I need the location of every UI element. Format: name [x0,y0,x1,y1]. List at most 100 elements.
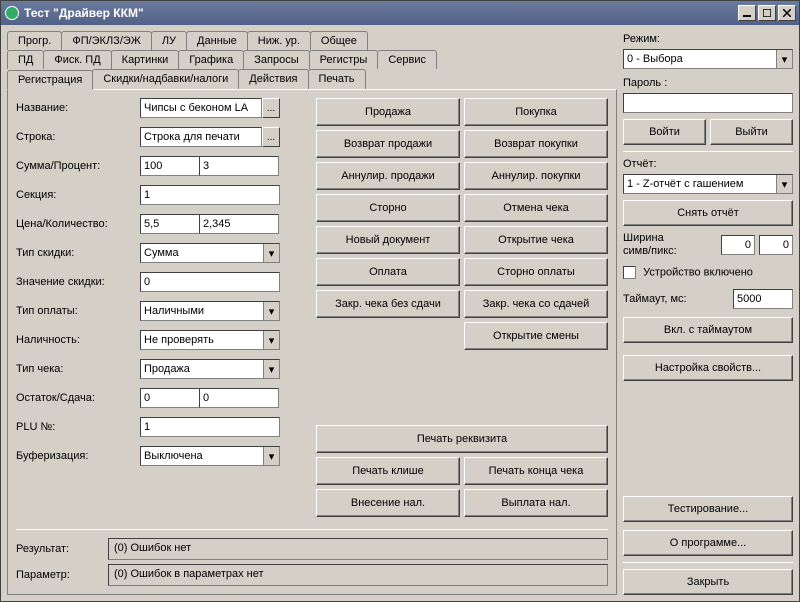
snap-report-button[interactable]: Снять отчёт [623,200,793,226]
timeout-input[interactable] [733,289,793,309]
check-type-select[interactable]: Продажа▾ [140,359,280,379]
qty-input[interactable] [199,214,279,234]
tab-pics[interactable]: Картинки [111,50,180,69]
open-shift-button[interactable]: Открытие смены [464,322,608,350]
storno-button[interactable]: Сторно [316,194,460,222]
report-label: Отчёт: [623,158,793,170]
discount-type-label: Тип скидки: [16,247,140,259]
tab-registers[interactable]: Регистры [309,50,379,69]
tab-row-1: Прогр. ФП/ЭКЛЗ/ЭЖ ЛУ Данные Ниж. ур. Общ… [7,31,617,50]
width-pix-input[interactable] [759,235,793,255]
tab-registration[interactable]: Регистрация [7,70,93,90]
plu-label: PLU №: [16,421,140,433]
about-button[interactable]: О программе... [623,530,793,556]
check-type-label: Тип чека: [16,363,140,375]
cash-in-button[interactable]: Внесение нал. [316,489,460,517]
mode-label: Режим: [623,33,793,45]
tab-progr[interactable]: Прогр. [7,31,62,50]
testing-button[interactable]: Тестирование... [623,496,793,522]
report-select[interactable]: 1 - Z-отчёт с гашением▾ [623,174,793,194]
discount-type-select[interactable]: Сумма▾ [140,243,280,263]
tab-queries[interactable]: Запросы [243,50,309,69]
sum-label: Сумма/Процент: [16,160,140,172]
tab-row-2: ПД Фиск. ПД Картинки Графика Запросы Рег… [7,50,617,69]
mode-select[interactable]: 0 - Выбора▾ [623,49,793,69]
price-label: Цена/Количество: [16,218,140,230]
titlebar: Тест "Драйвер ККМ" [1,1,799,25]
chevron-down-icon: ▾ [263,331,279,349]
result-value: (0) Ошибок нет [108,538,608,560]
chevron-down-icon: ▾ [263,447,279,465]
discount-value-label: Значение скидки: [16,276,140,288]
sale-cancel-button[interactable]: Аннулир. продажи [316,162,460,190]
tab-row-3: Регистрация Скидки/надбавки/налоги Дейст… [7,69,617,89]
tab-graph[interactable]: Графика [178,50,244,69]
print-check-end-button[interactable]: Печать конца чека [464,457,608,485]
purchase-button[interactable]: Покупка [464,98,608,126]
tab-pd[interactable]: ПД [7,50,44,69]
open-check-button[interactable]: Открытие чека [464,226,608,254]
tab-discounts[interactable]: Скидки/надбавки/налоги [92,69,239,89]
close-check-nochange-button[interactable]: Закр. чека без сдачи [316,290,460,318]
password-label: Пароль : [623,77,793,89]
device-on-checkbox[interactable] [623,266,636,279]
rest-input[interactable] [140,388,200,408]
buffering-label: Буферизация: [16,450,140,462]
sum-input[interactable] [140,156,200,176]
chevron-down-icon: ▾ [263,360,279,378]
buffering-select[interactable]: Выключена▾ [140,446,280,466]
line-input[interactable] [140,127,262,147]
width-chars-input[interactable] [721,235,755,255]
name-input[interactable] [140,98,262,118]
cash-select[interactable]: Не проверять▾ [140,330,280,350]
tab-print[interactable]: Печать [308,69,366,89]
name-browse-button[interactable]: ... [262,98,280,118]
tab-service[interactable]: Сервис [377,50,437,69]
tab-fisk-pd[interactable]: Фиск. ПД [43,50,111,69]
purchase-cancel-button[interactable]: Аннулир. покупки [464,162,608,190]
purchase-return-button[interactable]: Возврат покупки [464,130,608,158]
cash-out-button[interactable]: Выплата нал. [464,489,608,517]
change-input[interactable] [199,388,279,408]
on-with-timeout-button[interactable]: Вкл. с таймаутом [623,317,793,343]
tab-fp[interactable]: ФП/ЭКЛЗ/ЭЖ [61,31,152,50]
section-input[interactable] [140,185,280,205]
sale-return-button[interactable]: Возврат продажи [316,130,460,158]
new-doc-button[interactable]: Новый документ [316,226,460,254]
properties-button[interactable]: Настройка свойств... [623,355,793,381]
section-label: Секция: [16,189,140,201]
tab-actions[interactable]: Действия [238,69,308,89]
storno-payment-button[interactable]: Сторно оплаты [464,258,608,286]
percent-input[interactable] [199,156,279,176]
discount-value-input[interactable] [140,272,280,292]
cash-label: Наличность: [16,334,140,346]
timeout-label: Таймаут, мс: [623,293,729,305]
tab-lu[interactable]: ЛУ [151,31,187,50]
pay-type-select[interactable]: Наличными▾ [140,301,280,321]
param-value: (0) Ошибок в параметрах нет [108,564,608,586]
print-cliche-button[interactable]: Печать клише [316,457,460,485]
price-input[interactable] [140,214,200,234]
print-requisite-button[interactable]: Печать реквизита [316,425,608,453]
tab-data[interactable]: Данные [186,31,248,50]
tab-common[interactable]: Общее [310,31,368,50]
logout-button[interactable]: Выйти [710,119,793,145]
cancel-check-button[interactable]: Отмена чека [464,194,608,222]
chevron-down-icon: ▾ [776,50,792,68]
close-button[interactable] [778,5,796,21]
chevron-down-icon: ▾ [776,175,792,193]
tab-lowlevel[interactable]: Ниж. ур. [247,31,311,50]
maximize-button[interactable] [758,5,776,21]
payment-button[interactable]: Оплата [316,258,460,286]
close-app-button[interactable]: Закрыть [623,569,793,595]
line-browse-button[interactable]: ... [262,127,280,147]
plu-input[interactable] [140,417,280,437]
sale-button[interactable]: Продажа [316,98,460,126]
rest-label: Остаток/Сдача: [16,392,140,404]
width-label: Ширина симв/пикс: [623,232,717,258]
close-check-change-button[interactable]: Закр. чека со сдачей [464,290,608,318]
name-label: Название: [16,102,140,114]
minimize-button[interactable] [738,5,756,21]
login-button[interactable]: Войти [623,119,706,145]
password-input[interactable] [623,93,793,113]
